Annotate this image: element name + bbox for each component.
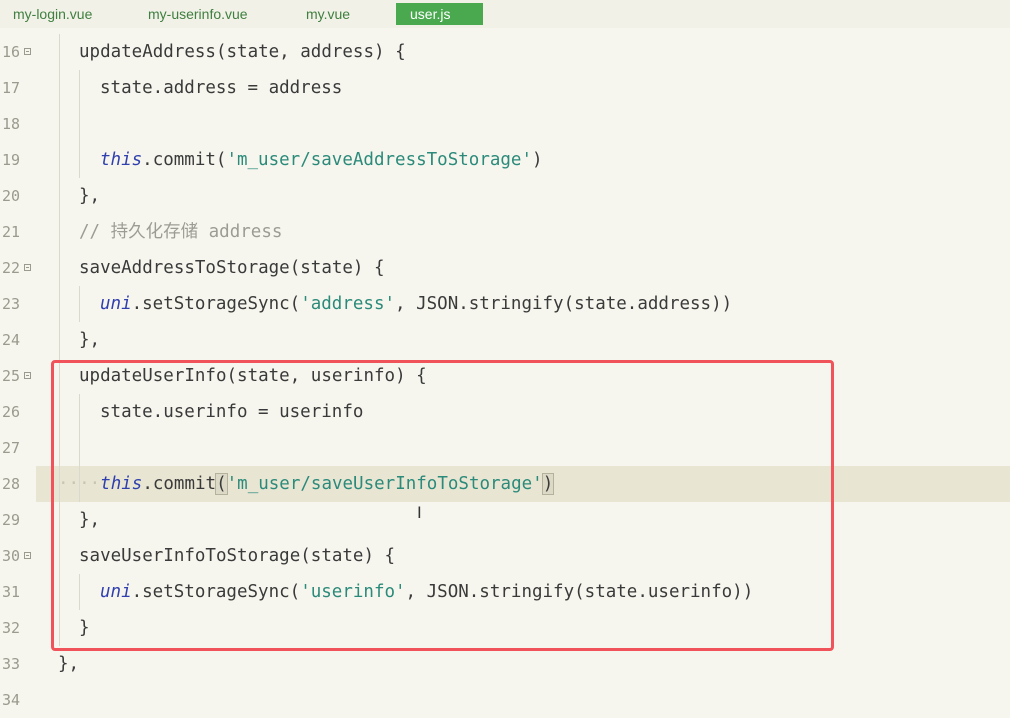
code-line[interactable]: 23 uni.setStorageSync('address', JSON.str… — [0, 286, 1010, 322]
tab-my-login-vue[interactable]: my-login.vue — [13, 3, 92, 25]
line-number: 19 — [1, 151, 20, 169]
line-gutter: 23 — [0, 286, 36, 322]
line-number: 24 — [1, 331, 20, 349]
line-gutter: 18 — [0, 106, 36, 142]
line-number: 23 — [1, 295, 20, 313]
code-text: this.commit('m_user/saveAddressToStorage… — [100, 142, 543, 178]
code-token: }, — [79, 186, 101, 206]
code-text: state.address = address — [100, 70, 342, 106]
line-number: 22 — [1, 259, 20, 277]
indent-guide — [59, 322, 60, 358]
text-cursor-icon: I — [417, 503, 422, 522]
code-line[interactable]: 33}, — [0, 646, 1010, 682]
code-text: updateAddress(state, address) { — [79, 34, 406, 70]
code-token: // 持久化存储 address — [79, 222, 283, 242]
line-gutter: 33 — [0, 646, 36, 682]
line-gutter: 26 — [0, 394, 36, 430]
line-gutter: 24 — [0, 322, 36, 358]
line-gutter: 19 — [0, 142, 36, 178]
indent-guide — [59, 214, 60, 250]
indent-guide — [59, 142, 60, 178]
tab-my-vue[interactable]: my.vue — [306, 3, 350, 25]
indent-guide — [59, 106, 60, 142]
line-number: 29 — [1, 511, 20, 529]
code-token: updateAddress(state, address) { — [79, 42, 406, 62]
code-token: , JSON.stringify(state.address)) — [395, 294, 733, 314]
code-line[interactable]: 22 saveAddressToStorage(state) { — [0, 250, 1010, 286]
line-number: 28 — [1, 475, 20, 493]
line-number: 33 — [1, 655, 20, 673]
code-line[interactable]: 34 — [0, 682, 1010, 718]
line-gutter: 16 — [0, 34, 36, 70]
code-line[interactable]: 17 state.address = address — [0, 70, 1010, 106]
line-number: 32 — [1, 619, 20, 637]
code-text: uni.setStorageSync('address', JSON.strin… — [100, 286, 732, 322]
code-token: .commit( — [142, 150, 227, 170]
indent-guide — [79, 70, 80, 106]
line-number: 26 — [1, 403, 20, 421]
code-text: saveAddressToStorage(state) { — [79, 250, 385, 286]
code-token: state.address = address — [100, 78, 343, 98]
line-number: 21 — [1, 223, 20, 241]
line-number: 17 — [1, 79, 20, 97]
indent-guide — [79, 286, 80, 322]
line-number: 31 — [1, 583, 20, 601]
code-line[interactable]: 19 this.commit('m_user/saveAddressToStora… — [0, 142, 1010, 178]
indent-guide — [59, 178, 60, 214]
code-line[interactable]: 21 // 持久化存储 address — [0, 214, 1010, 250]
line-gutter: 30 — [0, 538, 36, 574]
code-token: }, — [58, 654, 80, 674]
line-gutter: 20 — [0, 178, 36, 214]
line-gutter: 27 — [0, 430, 36, 466]
code-token: 'address' — [300, 294, 396, 314]
line-gutter: 17 — [0, 70, 36, 106]
fold-collapse-icon[interactable] — [24, 552, 31, 559]
code-token: uni — [100, 294, 132, 314]
line-gutter: 28 — [0, 466, 36, 502]
line-number: 25 — [1, 367, 20, 385]
line-number: 30 — [1, 547, 20, 565]
code-text: // 持久化存储 address — [79, 214, 282, 250]
tab-user-js[interactable]: user.js — [396, 3, 483, 25]
line-gutter: 22 — [0, 250, 36, 286]
fold-collapse-icon[interactable] — [24, 264, 31, 271]
line-gutter: 32 — [0, 610, 36, 646]
indent-guide — [79, 106, 80, 142]
code-line[interactable]: 16 updateAddress(state, address) { — [0, 34, 1010, 70]
code-text: }, — [58, 646, 79, 682]
indent-guide — [59, 250, 60, 286]
line-number: 27 — [1, 439, 20, 457]
line-gutter: 31 — [0, 574, 36, 610]
tab-my-userinfo-vue[interactable]: my-userinfo.vue — [148, 3, 248, 25]
code-line[interactable]: 24}, — [0, 322, 1010, 358]
line-number: 16 — [1, 43, 20, 61]
code-token: .setStorageSync( — [131, 294, 301, 314]
code-token: }, — [79, 330, 101, 350]
code-line[interactable]: 20}, — [0, 178, 1010, 214]
line-number: 20 — [1, 187, 20, 205]
annotation-highlight-box — [51, 360, 834, 651]
line-number: 34 — [1, 691, 20, 709]
code-token: saveAddressToStorage(state) { — [79, 258, 385, 278]
code-token: this — [100, 150, 143, 170]
indent-guide — [59, 70, 60, 106]
line-number: 18 — [1, 115, 20, 133]
line-gutter: 21 — [0, 214, 36, 250]
code-token: 'm_user/saveAddressToStorage' — [226, 150, 532, 170]
line-gutter: 29 — [0, 502, 36, 538]
code-line[interactable]: 18 — [0, 106, 1010, 142]
indent-guide — [79, 142, 80, 178]
line-gutter: 25 — [0, 358, 36, 394]
line-gutter: 34 — [0, 682, 36, 718]
code-token: ) — [532, 150, 543, 170]
fold-collapse-icon[interactable] — [24, 372, 31, 379]
code-text: }, — [79, 178, 100, 214]
fold-collapse-icon[interactable] — [24, 48, 31, 55]
editor-tab-bar: my-login.vue my-userinfo.vue my.vue user… — [0, 0, 1010, 28]
indent-guide — [59, 34, 60, 70]
code-text: }, — [79, 322, 100, 358]
indent-guide — [59, 286, 60, 322]
